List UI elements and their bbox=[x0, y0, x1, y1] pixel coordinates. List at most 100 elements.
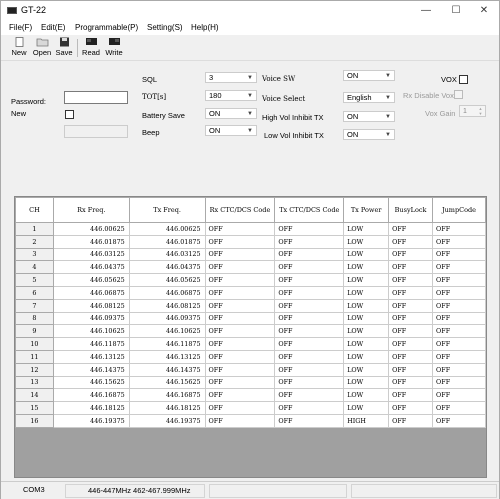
cell-ch[interactable]: 3 bbox=[15, 247, 54, 262]
cell-ch[interactable]: 9 bbox=[15, 324, 54, 339]
cell-rx-code[interactable]: OFF bbox=[204, 234, 276, 249]
cell-tx-code[interactable]: OFF bbox=[274, 324, 345, 339]
open-button[interactable]: Open bbox=[31, 37, 53, 59]
cell-rx-freq[interactable]: 446.10625 bbox=[52, 324, 130, 339]
cell-jumpcode[interactable]: OFF bbox=[432, 388, 486, 403]
menu-file[interactable]: File(F) bbox=[9, 23, 32, 32]
cell-tx-freq[interactable]: 446.06875 bbox=[128, 285, 206, 300]
cell-busylock[interactable]: OFF bbox=[388, 222, 434, 236]
cell-busylock[interactable]: OFF bbox=[388, 401, 434, 415]
cell-busylock[interactable]: OFF bbox=[388, 324, 434, 339]
cell-rx-freq[interactable]: 446.13125 bbox=[52, 349, 130, 364]
cell-rx-freq[interactable]: 446.01875 bbox=[52, 234, 130, 249]
cell-rx-code[interactable]: OFF bbox=[204, 247, 276, 262]
table-row[interactable]: 13 446.15625 446.15625 OFF OFF LOW OFF OFF bbox=[15, 375, 486, 390]
cell-jumpcode[interactable]: OFF bbox=[432, 349, 486, 364]
cell-rx-freq[interactable]: 446.15625 bbox=[52, 375, 130, 390]
cell-busylock[interactable]: OFF bbox=[388, 349, 434, 364]
cell-tx-freq[interactable]: 446.00625 bbox=[128, 222, 206, 236]
cell-jumpcode[interactable]: OFF bbox=[432, 222, 486, 236]
new-password-input[interactable] bbox=[64, 125, 128, 138]
cell-tx-code[interactable]: OFF bbox=[274, 337, 345, 351]
cell-busylock[interactable]: OFF bbox=[388, 362, 434, 377]
table-row[interactable]: 1 446.00625 446.00625 OFF OFF LOW OFF OFF bbox=[15, 222, 486, 236]
cell-rx-freq[interactable]: 446.06875 bbox=[52, 285, 130, 300]
cell-tx-power[interactable]: LOW bbox=[343, 388, 390, 403]
cell-ch[interactable]: 8 bbox=[15, 311, 54, 326]
cell-jumpcode[interactable]: OFF bbox=[432, 247, 486, 262]
new-button[interactable]: New bbox=[8, 37, 30, 59]
col-header-tx-freq[interactable]: Tx Freq. bbox=[128, 197, 206, 223]
tot-select[interactable]: 180 ▼ bbox=[205, 90, 257, 101]
table-row[interactable]: 10 446.11875 446.11875 OFF OFF LOW OFF OFF bbox=[15, 337, 486, 351]
table-row[interactable]: 12 446.14375 446.14375 OFF OFF LOW OFF OFF bbox=[15, 362, 486, 377]
new-password-checkbox[interactable] bbox=[65, 110, 74, 119]
high-vol-select[interactable]: ON ▼ bbox=[343, 111, 395, 122]
cell-ch[interactable]: 15 bbox=[15, 401, 54, 415]
cell-tx-power[interactable]: LOW bbox=[343, 362, 390, 377]
cell-tx-code[interactable]: OFF bbox=[274, 362, 345, 377]
cell-busylock[interactable]: OFF bbox=[388, 273, 434, 287]
cell-tx-code[interactable]: OFF bbox=[274, 222, 345, 236]
cell-tx-power[interactable]: LOW bbox=[343, 273, 390, 287]
cell-tx-power[interactable]: LOW bbox=[343, 324, 390, 339]
table-row[interactable]: 15 446.18125 446.18125 OFF OFF LOW OFF OFF bbox=[15, 401, 486, 415]
cell-rx-freq[interactable]: 446.09375 bbox=[52, 311, 130, 326]
col-header-rx-code[interactable]: Rx CTC/DCS Code bbox=[204, 197, 276, 223]
cell-tx-power[interactable]: LOW bbox=[343, 222, 390, 236]
cell-tx-power[interactable]: LOW bbox=[343, 311, 390, 326]
cell-tx-code[interactable]: OFF bbox=[274, 375, 345, 390]
table-row[interactable]: 3 446.03125 446.03125 OFF OFF LOW OFF OFF bbox=[15, 247, 486, 262]
read-button[interactable]: Read bbox=[80, 37, 102, 59]
cell-rx-code[interactable]: OFF bbox=[204, 375, 276, 390]
cell-ch[interactable]: 2 bbox=[15, 234, 54, 249]
write-button[interactable]: Write bbox=[103, 37, 125, 59]
col-header-tx-power[interactable]: Tx Power bbox=[343, 197, 390, 223]
cell-rx-code[interactable]: OFF bbox=[204, 413, 276, 428]
cell-rx-code[interactable]: OFF bbox=[204, 311, 276, 326]
table-row[interactable]: 16 446.19375 446.19375 OFF OFF HIGH OFF OFF bbox=[15, 413, 486, 428]
cell-rx-code[interactable]: OFF bbox=[204, 362, 276, 377]
cell-rx-code[interactable]: OFF bbox=[204, 222, 276, 236]
cell-tx-power[interactable]: LOW bbox=[343, 401, 390, 415]
cell-tx-power[interactable]: HIGH bbox=[343, 413, 390, 428]
table-row[interactable]: 4 446.04375 446.04375 OFF OFF LOW OFF OFF bbox=[15, 260, 486, 275]
cell-rx-code[interactable]: OFF bbox=[204, 349, 276, 364]
table-row[interactable]: 6 446.06875 446.06875 OFF OFF LOW OFF OFF bbox=[15, 285, 486, 300]
cell-jumpcode[interactable]: OFF bbox=[432, 362, 486, 377]
vox-gain-spinner[interactable]: 1 ▲ ▼ bbox=[459, 105, 486, 117]
cell-ch[interactable]: 7 bbox=[15, 298, 54, 313]
table-row[interactable]: 11 446.13125 446.13125 OFF OFF LOW OFF OFF bbox=[15, 349, 486, 364]
voice-select-select[interactable]: English ▼ bbox=[343, 92, 395, 103]
cell-busylock[interactable]: OFF bbox=[388, 285, 434, 300]
low-vol-select[interactable]: ON ▼ bbox=[343, 129, 395, 140]
vox-checkbox[interactable] bbox=[459, 75, 468, 84]
cell-jumpcode[interactable]: OFF bbox=[432, 337, 486, 351]
cell-tx-code[interactable]: OFF bbox=[274, 349, 345, 364]
cell-rx-freq[interactable]: 446.16875 bbox=[52, 388, 130, 403]
cell-busylock[interactable]: OFF bbox=[388, 234, 434, 249]
cell-tx-freq[interactable]: 446.14375 bbox=[128, 362, 206, 377]
cell-tx-freq[interactable]: 446.03125 bbox=[128, 247, 206, 262]
cell-jumpcode[interactable]: OFF bbox=[432, 260, 486, 275]
menu-edit[interactable]: Edit(E) bbox=[41, 23, 65, 32]
cell-jumpcode[interactable]: OFF bbox=[432, 324, 486, 339]
cell-ch[interactable]: 10 bbox=[15, 337, 54, 351]
cell-tx-freq[interactable]: 446.09375 bbox=[128, 311, 206, 326]
cell-tx-code[interactable]: OFF bbox=[274, 273, 345, 287]
cell-tx-code[interactable]: OFF bbox=[274, 260, 345, 275]
cell-tx-freq[interactable]: 446.15625 bbox=[128, 375, 206, 390]
cell-rx-freq[interactable]: 446.04375 bbox=[52, 260, 130, 275]
cell-tx-code[interactable]: OFF bbox=[274, 413, 345, 428]
cell-jumpcode[interactable]: OFF bbox=[432, 311, 486, 326]
cell-ch[interactable]: 5 bbox=[15, 273, 54, 287]
cell-ch[interactable]: 11 bbox=[15, 349, 54, 364]
cell-jumpcode[interactable]: OFF bbox=[432, 413, 486, 428]
menu-programmable[interactable]: Programmable(P) bbox=[75, 23, 138, 32]
cell-ch[interactable]: 6 bbox=[15, 285, 54, 300]
cell-rx-code[interactable]: OFF bbox=[204, 298, 276, 313]
cell-rx-freq[interactable]: 446.03125 bbox=[52, 247, 130, 262]
cell-jumpcode[interactable]: OFF bbox=[432, 375, 486, 390]
cell-busylock[interactable]: OFF bbox=[388, 260, 434, 275]
cell-busylock[interactable]: OFF bbox=[388, 413, 434, 428]
